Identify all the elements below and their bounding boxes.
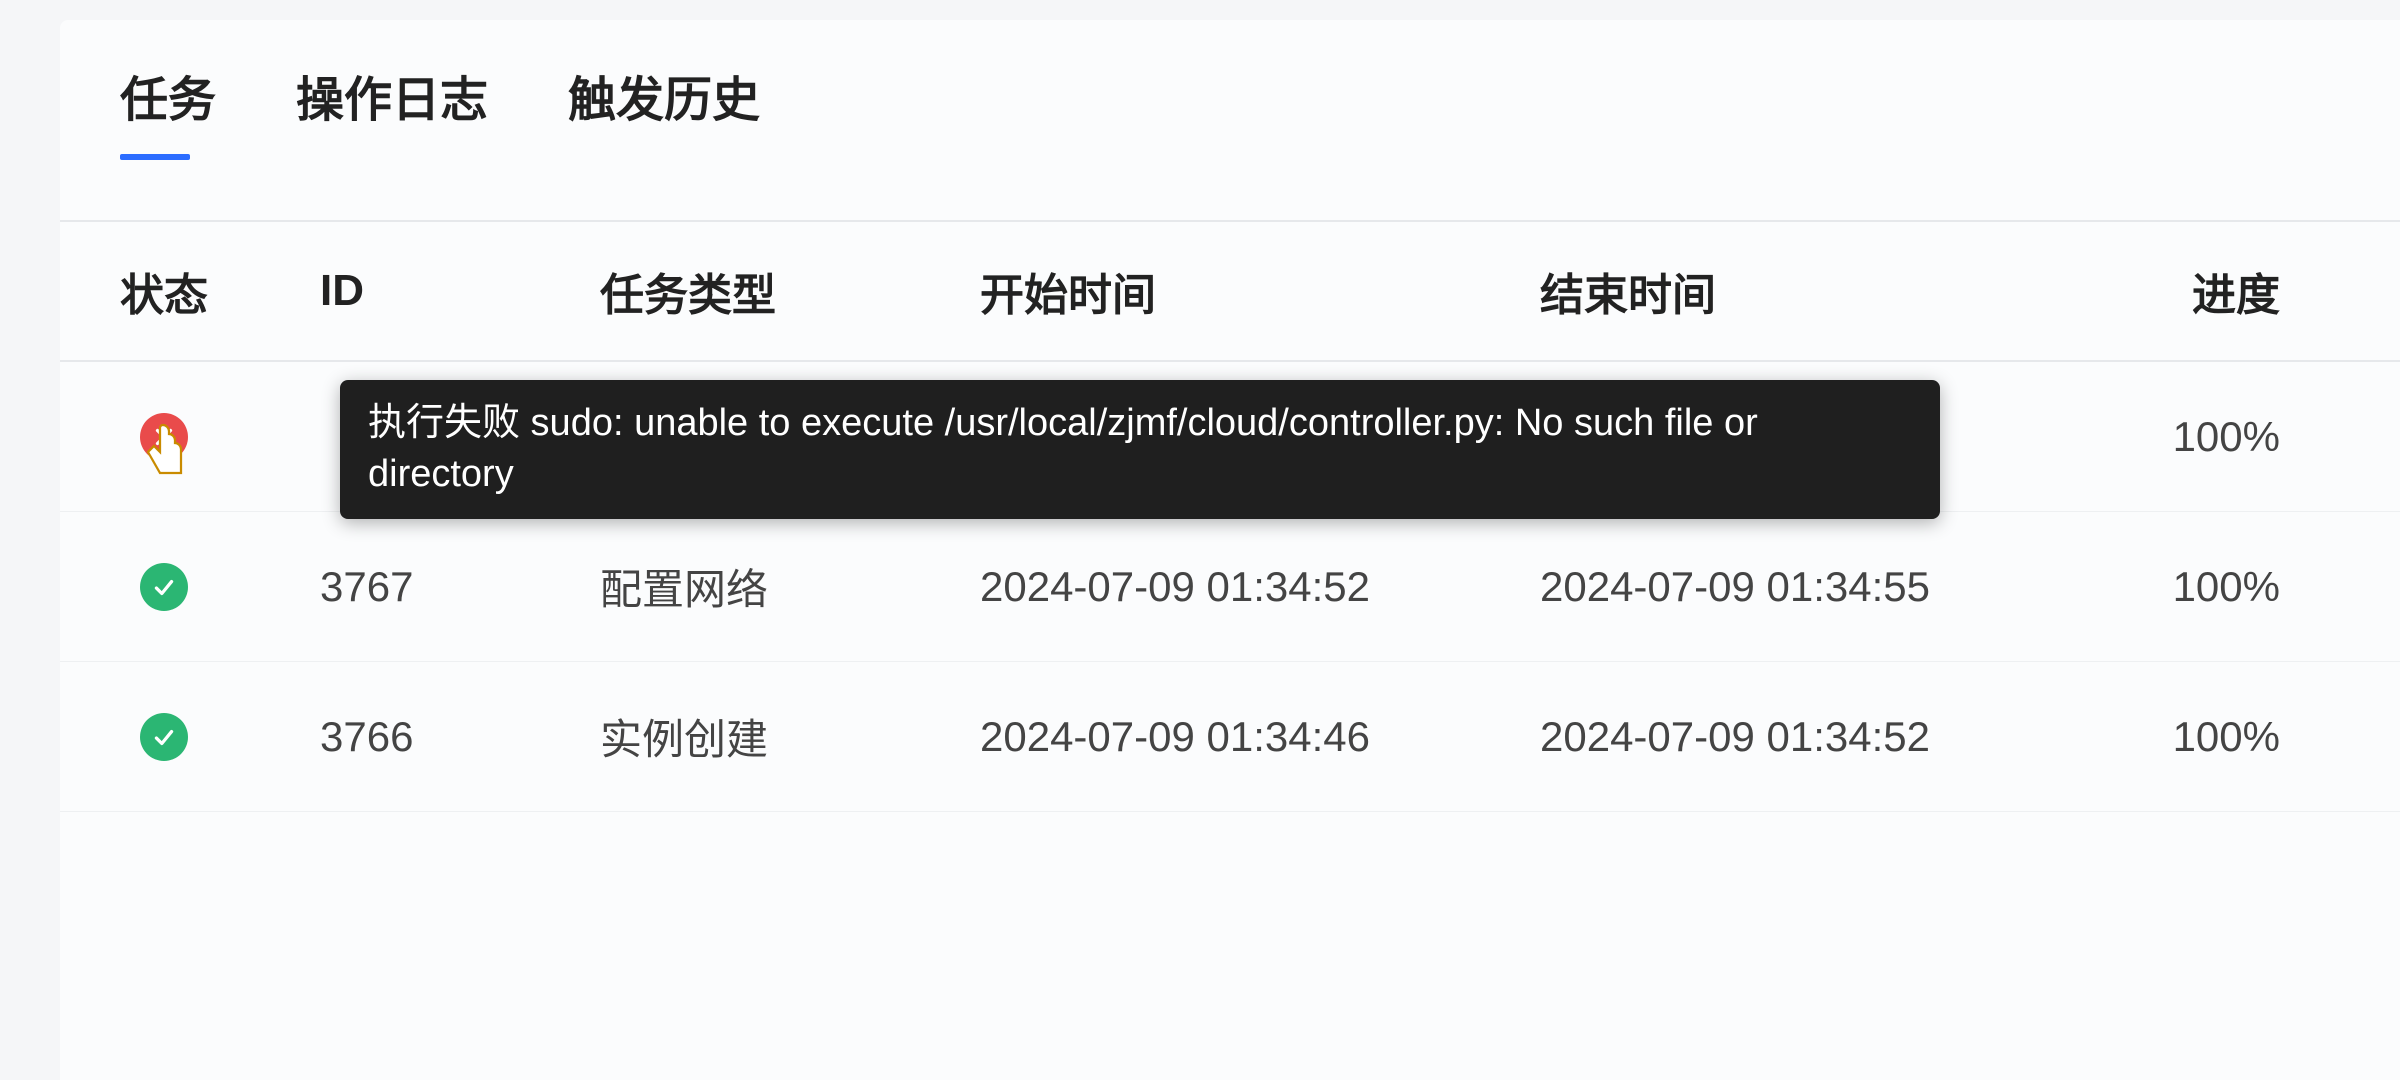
cell-progress: 100%	[2100, 713, 2280, 761]
col-header-end: 结束时间	[1540, 259, 2100, 323]
cell-status	[120, 562, 320, 611]
success-icon	[140, 563, 188, 611]
tab-tasks[interactable]: 任务	[120, 60, 216, 150]
cursor-hand-icon	[140, 422, 192, 482]
table-row[interactable]: 3766 实例创建 2024-07-09 01:34:46 2024-07-09…	[60, 662, 2400, 812]
cell-end: 2024-07-09 01:34:52	[1540, 713, 2100, 761]
col-header-progress: 进度	[2100, 259, 2280, 323]
cell-id: 3767	[320, 563, 600, 611]
cell-start: 2024-07-09 01:34:46	[980, 713, 1540, 761]
success-icon	[140, 713, 188, 761]
cell-status	[120, 712, 320, 761]
col-header-id: ID	[320, 266, 600, 316]
cell-type: 实例创建	[600, 706, 980, 767]
col-header-start: 开始时间	[980, 259, 1540, 323]
cell-progress: 100%	[2100, 413, 2280, 461]
tab-bar: 任务 操作日志 触发历史	[60, 60, 2400, 180]
cell-start: 2024-07-09 01:34:52	[980, 563, 1540, 611]
tab-logs[interactable]: 操作日志	[296, 60, 488, 150]
cell-id: 3766	[320, 713, 600, 761]
table-row[interactable]: 3767 配置网络 2024-07-09 01:34:52 2024-07-09…	[60, 512, 2400, 662]
col-header-status: 状态	[120, 259, 320, 323]
cell-end: 2024-07-09 01:34:55	[1540, 563, 2100, 611]
cell-type: 配置网络	[600, 556, 980, 617]
table-row[interactable]: 9 13:50:36 100% 执行失败 sudo: unable to exe…	[60, 362, 2400, 512]
cell-progress: 100%	[2100, 563, 2280, 611]
error-tooltip: 执行失败 sudo: unable to execute /usr/local/…	[340, 380, 1940, 519]
col-header-type: 任务类型	[600, 259, 980, 323]
table-header: 状态 ID 任务类型 开始时间 结束时间 进度	[60, 222, 2400, 362]
task-table: 状态 ID 任务类型 开始时间 结束时间 进度	[60, 222, 2400, 812]
tab-history[interactable]: 触发历史	[568, 60, 760, 150]
task-panel: 任务 操作日志 触发历史 状态 ID 任务类型 开始时间 结束时间 进度	[60, 20, 2400, 1080]
cell-status	[120, 412, 320, 461]
